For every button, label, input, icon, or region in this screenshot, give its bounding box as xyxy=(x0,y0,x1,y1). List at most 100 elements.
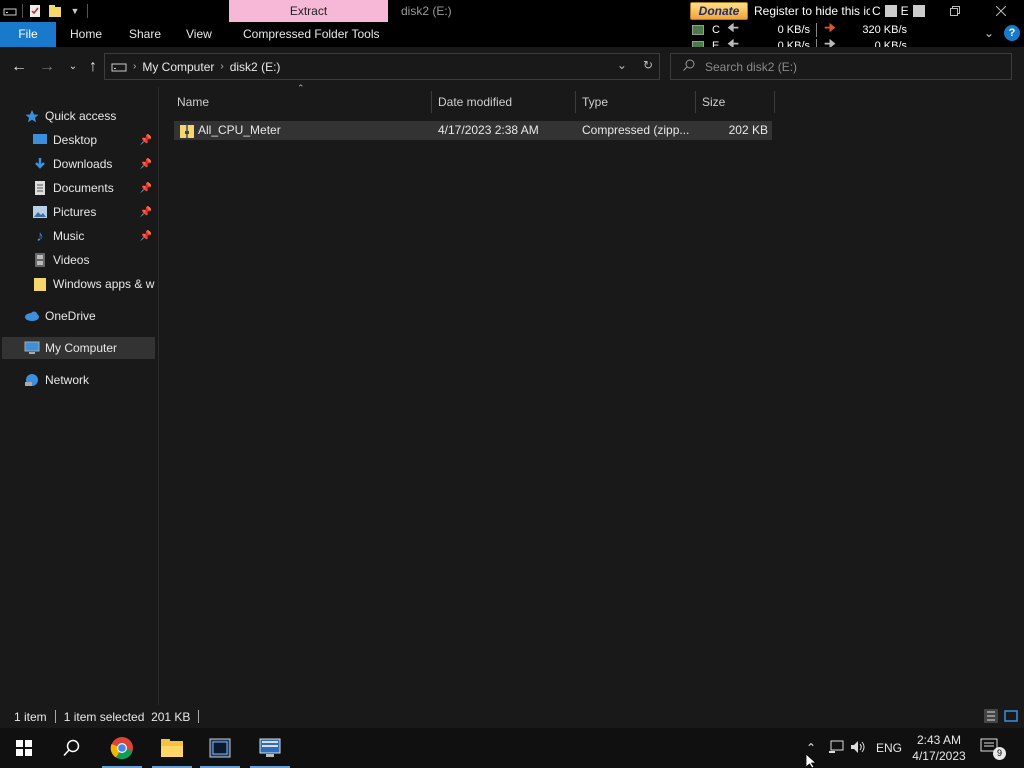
tab-compressed-folder-tools[interactable]: Compressed Folder Tools xyxy=(233,22,390,47)
chrome-icon xyxy=(110,737,133,760)
new-folder-icon[interactable] xyxy=(47,3,63,19)
column-header-name[interactable]: Name xyxy=(171,87,431,117)
forward-button[interactable]: → xyxy=(38,57,56,77)
nav-label: OneDrive xyxy=(45,309,96,323)
pin-icon: 📌 xyxy=(139,182,152,194)
navigation-bar: ← → ⌄ ↑ › My Computer › disk2 (E:) ⌄ ↻ S… xyxy=(0,47,1024,87)
nav-item-downloads[interactable]: Downloads 📌 xyxy=(32,153,156,175)
desktop-icon xyxy=(32,132,48,148)
volume-icon[interactable] xyxy=(850,740,866,757)
search-icon xyxy=(683,59,695,74)
column-divider[interactable] xyxy=(774,91,775,113)
language-indicator[interactable]: ENG xyxy=(876,741,902,755)
nav-item-onedrive[interactable]: OneDrive xyxy=(24,305,156,327)
recent-locations-chevron-icon[interactable]: ⌄ xyxy=(64,57,82,77)
column-header-type[interactable]: Type xyxy=(576,87,695,117)
drive-e-label: E xyxy=(900,4,909,18)
nav-item-network[interactable]: Network xyxy=(24,369,156,391)
windows-logo-icon xyxy=(16,740,32,756)
address-history-chevron-icon[interactable]: ⌄ xyxy=(617,58,627,72)
restore-button[interactable] xyxy=(932,0,978,22)
file-list: ⌃ Name Date modified Type Size All_CPU_M… xyxy=(160,83,1024,705)
tab-home[interactable]: Home xyxy=(60,22,112,47)
drive-e-toggle-icon[interactable] xyxy=(912,5,925,17)
meter-drive-label: C xyxy=(712,24,720,36)
nav-label: Network xyxy=(45,373,90,387)
pane-divider[interactable] xyxy=(158,87,159,705)
details-view-icon[interactable] xyxy=(984,709,998,723)
window-title: disk2 (E:) xyxy=(401,4,452,18)
search-placeholder: Search disk2 (E:) xyxy=(705,59,798,74)
show-hidden-icons-chevron-icon[interactable]: ⌃ xyxy=(802,741,820,755)
star-icon xyxy=(24,108,40,124)
nav-item-pictures[interactable]: Pictures 📌 xyxy=(32,201,156,223)
file-type: Compressed (zipp... xyxy=(582,123,690,137)
monitor-icon xyxy=(259,738,281,757)
notification-count-badge: 9 xyxy=(993,747,1006,760)
film-icon xyxy=(32,252,48,268)
network-status-icon[interactable] xyxy=(828,740,844,757)
refresh-icon[interactable]: ↻ xyxy=(643,58,653,72)
meter-write-value: 320 KB/s xyxy=(862,24,907,36)
nav-label: Pictures xyxy=(53,205,97,219)
breadcrumb-separator-icon[interactable]: › xyxy=(133,61,136,72)
search-button[interactable] xyxy=(48,728,96,768)
customize-toolbar-chevron-icon[interactable]: ▼ xyxy=(67,3,83,19)
nav-item-videos[interactable]: Videos xyxy=(32,249,156,271)
address-bar[interactable]: › My Computer › disk2 (E:) ⌄ ↻ xyxy=(104,53,660,80)
nav-item-windows-apps[interactable]: Windows apps & w xyxy=(32,273,156,295)
back-button[interactable]: ← xyxy=(10,57,28,77)
quick-access-toolbar: ▼ xyxy=(0,0,88,22)
donate-button[interactable]: Donate xyxy=(690,2,748,20)
pin-icon: 📌 xyxy=(139,158,152,170)
tab-file[interactable]: File xyxy=(0,22,56,47)
nav-item-documents[interactable]: Documents 📌 xyxy=(32,177,156,199)
breadcrumb-my-computer[interactable]: My Computer xyxy=(142,60,214,74)
nav-label: Windows apps & w xyxy=(53,277,155,291)
clock-time: 2:43 AM xyxy=(916,733,962,747)
picture-icon xyxy=(32,204,48,220)
file-date-modified: 4/17/2023 2:38 AM xyxy=(438,123,539,137)
meter-header: Donate Register to hide this icon C E xyxy=(688,1,925,21)
cloud-icon xyxy=(24,308,40,324)
taskbar-file-explorer[interactable] xyxy=(148,728,196,768)
network-icon xyxy=(24,372,40,388)
expand-ribbon-chevron-icon[interactable]: ⌄ xyxy=(984,26,994,40)
pin-icon: 📌 xyxy=(139,230,152,242)
tab-share[interactable]: Share xyxy=(119,22,171,47)
large-icons-view-icon[interactable] xyxy=(1004,709,1018,723)
drive-c-toggle-icon[interactable] xyxy=(884,5,897,17)
tab-view[interactable]: View xyxy=(176,22,222,47)
clock[interactable]: 2:43 AM 4/17/2023 xyxy=(906,732,972,764)
taskbar-monitor-app[interactable] xyxy=(246,728,294,768)
nav-item-desktop[interactable]: Desktop 📌 xyxy=(32,129,156,151)
document-icon xyxy=(32,180,48,196)
action-center-button[interactable]: 9 xyxy=(980,738,1006,760)
column-header-size[interactable]: Size xyxy=(696,87,774,117)
taskbar-chrome[interactable] xyxy=(98,728,146,768)
contextual-tab-extract[interactable]: Extract xyxy=(229,0,388,22)
search-box[interactable]: Search disk2 (E:) xyxy=(670,53,1012,80)
breadcrumb-separator-icon[interactable]: › xyxy=(220,61,223,72)
taskbar-media-app[interactable] xyxy=(196,728,244,768)
column-header-date-modified[interactable]: Date modified xyxy=(432,87,576,117)
nav-item-quick-access[interactable]: Quick access xyxy=(24,105,180,127)
file-row[interactable]: All_CPU_Meter 4/17/2023 2:38 AM Compress… xyxy=(174,121,772,140)
meter-read-value: 0 KB/s xyxy=(777,24,810,36)
hard-drive-icon xyxy=(692,25,704,35)
nav-label: Desktop xyxy=(53,133,98,147)
breadcrumb-disk2[interactable]: disk2 (E:) xyxy=(230,60,281,74)
nav-item-my-computer[interactable]: My Computer xyxy=(2,337,155,359)
file-size: 202 KB xyxy=(728,123,768,137)
start-button[interactable] xyxy=(0,728,48,768)
nav-item-music[interactable]: ♪ Music 📌 xyxy=(32,225,156,247)
properties-icon[interactable] xyxy=(27,3,43,19)
nav-label: Documents xyxy=(53,181,114,195)
selection-info: 1 item selected 201 KB xyxy=(63,709,191,724)
download-icon xyxy=(32,156,48,172)
help-icon[interactable]: ? xyxy=(1004,25,1020,41)
up-button[interactable]: ↑ xyxy=(84,57,102,77)
file-name: All_CPU_Meter xyxy=(198,123,281,137)
taskbar: ⌃ ENG 2:43 AM 4/17/2023 9 xyxy=(0,728,1024,768)
close-button[interactable] xyxy=(978,0,1024,22)
